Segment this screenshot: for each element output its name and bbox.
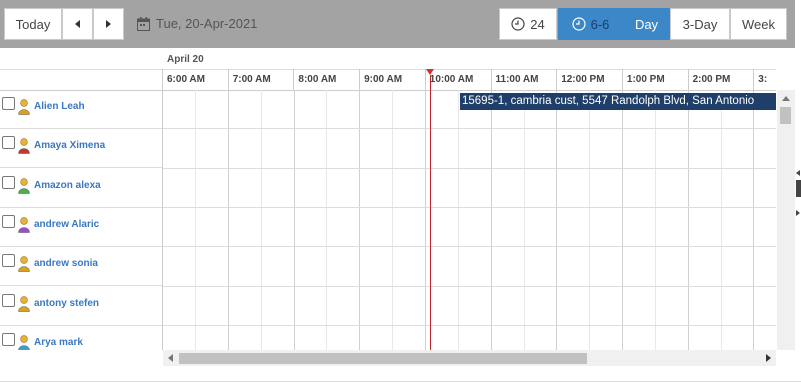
resource-row: Alien Leah bbox=[0, 90, 162, 129]
user-icon bbox=[18, 335, 30, 350]
schedule-grid[interactable] bbox=[163, 90, 776, 350]
resource-checkbox[interactable] bbox=[2, 136, 15, 150]
resource-name[interactable]: Alien Leah bbox=[34, 101, 85, 112]
time-separator bbox=[293, 69, 295, 90]
time-separator bbox=[753, 69, 755, 90]
time-slot-label: 1:00 PM bbox=[626, 74, 665, 85]
scroll-right-icon[interactable] bbox=[766, 354, 771, 362]
vertical-scroll-thumb[interactable] bbox=[780, 107, 791, 124]
time-separator bbox=[687, 69, 689, 90]
vertical-scrollbar[interactable] bbox=[777, 90, 795, 350]
hours-6-6-label: 6-6 bbox=[590, 16, 610, 32]
time-slot-label: 9:00 AM bbox=[364, 74, 403, 85]
resource-row: Arya mark bbox=[0, 326, 162, 350]
grid-row-line bbox=[163, 285, 776, 287]
resource-name[interactable]: Amazon alexa bbox=[34, 180, 101, 191]
resource-checkbox[interactable] bbox=[2, 254, 15, 268]
time-separator bbox=[227, 69, 229, 90]
date-display[interactable]: Tue, 20-Apr-2021 bbox=[137, 16, 257, 31]
resource-name[interactable]: Arya mark bbox=[34, 337, 83, 348]
time-slot-label: 3: bbox=[758, 74, 768, 85]
resource-row: antony stefen bbox=[0, 287, 162, 326]
resource-name[interactable]: andrew Alaric bbox=[34, 219, 99, 230]
prev-button[interactable] bbox=[62, 8, 93, 40]
expand-right-icon[interactable] bbox=[796, 210, 800, 216]
clock-icon bbox=[571, 17, 586, 31]
resource-name[interactable]: antony stefen bbox=[34, 298, 99, 309]
resource-name[interactable]: andrew sonia bbox=[34, 258, 98, 269]
time-separator bbox=[162, 69, 163, 90]
hours-6-6-button[interactable]: 6-6 bbox=[558, 8, 623, 40]
resource-checkbox[interactable] bbox=[2, 214, 15, 228]
grid-row-line bbox=[163, 206, 776, 208]
time-slot-label: 7:00 AM bbox=[232, 74, 271, 85]
scroll-up-icon[interactable] bbox=[782, 96, 790, 101]
horizontal-scrollbar[interactable] bbox=[163, 350, 776, 366]
date-header: April 20 bbox=[0, 48, 776, 70]
user-icon bbox=[18, 217, 30, 233]
resource-checkbox[interactable] bbox=[2, 293, 15, 307]
resource-row: andrew sonia bbox=[0, 247, 162, 287]
time-separator bbox=[359, 69, 361, 90]
collapse-left-icon[interactable] bbox=[796, 170, 800, 176]
resource-row: andrew Alaric bbox=[0, 208, 162, 247]
resource-checkbox[interactable] bbox=[2, 332, 15, 346]
user-icon bbox=[18, 99, 30, 115]
user-icon bbox=[18, 177, 30, 194]
scroll-left-icon[interactable] bbox=[168, 354, 173, 362]
time-separator bbox=[621, 69, 623, 90]
time-slot-label: 10:00 AM bbox=[429, 74, 474, 85]
resource-checkbox[interactable] bbox=[2, 97, 15, 110]
time-slot-label: 12:00 PM bbox=[561, 74, 605, 85]
caret-left-icon bbox=[75, 20, 80, 28]
day-view-button[interactable]: Day bbox=[623, 8, 670, 40]
time-separator bbox=[556, 69, 558, 90]
clock-icon bbox=[511, 17, 525, 31]
time-header: 6:00 AM 7:00 AM 8:00 AM 9:00 AM 10:00 AM 11:0… bbox=[0, 69, 776, 91]
splitter-handle[interactable] bbox=[796, 180, 801, 197]
next-button[interactable] bbox=[93, 8, 124, 40]
resource-row: Amaya Ximena bbox=[0, 129, 162, 169]
side-panel-toggle[interactable] bbox=[796, 0, 801, 383]
hours-24-label: 24 bbox=[530, 16, 545, 32]
grid-row-line bbox=[163, 167, 776, 169]
current-time-line bbox=[430, 75, 431, 350]
user-icon bbox=[18, 138, 30, 155]
time-slot-label: 2:00 PM bbox=[692, 74, 731, 85]
resource-checkbox[interactable] bbox=[2, 175, 15, 189]
date-header-label: April 20 bbox=[167, 54, 204, 65]
horizontal-scroll-thumb[interactable] bbox=[179, 353, 587, 364]
grid-row-line bbox=[163, 324, 776, 326]
time-slot-label: 11:00 AM bbox=[495, 74, 539, 85]
scheduler-toolbar: Today Tue, 20-Apr-2021 24 6-6 Day 3-Day … bbox=[0, 0, 795, 48]
calendar-icon bbox=[137, 16, 150, 31]
time-slot-label: 6:00 AM bbox=[167, 74, 205, 85]
grid-row-line bbox=[163, 128, 776, 130]
resource-list: Alien Leah Amaya Ximena Amazon alexa andrew… bbox=[0, 90, 163, 350]
today-button[interactable]: Today bbox=[4, 8, 62, 40]
week-view-button[interactable]: Week bbox=[730, 8, 787, 40]
bottom-divider bbox=[0, 381, 801, 382]
user-icon bbox=[18, 256, 30, 272]
user-icon bbox=[18, 295, 30, 312]
current-date-text: Tue, 20-Apr-2021 bbox=[156, 16, 258, 31]
time-separator bbox=[490, 69, 492, 90]
hours-24-button[interactable]: 24 bbox=[499, 8, 557, 40]
resource-row: Amazon alexa bbox=[0, 169, 162, 208]
three-day-view-button[interactable]: 3-Day bbox=[670, 8, 730, 40]
grid-row-line bbox=[163, 246, 776, 248]
caret-right-icon bbox=[106, 20, 111, 28]
time-slot-label: 8:00 AM bbox=[298, 74, 337, 85]
scheduled-event[interactable]: 15695-1, cambria cust, 5547 Randolph Blv… bbox=[460, 93, 776, 110]
resource-name[interactable]: Amaya Ximena bbox=[34, 140, 105, 151]
